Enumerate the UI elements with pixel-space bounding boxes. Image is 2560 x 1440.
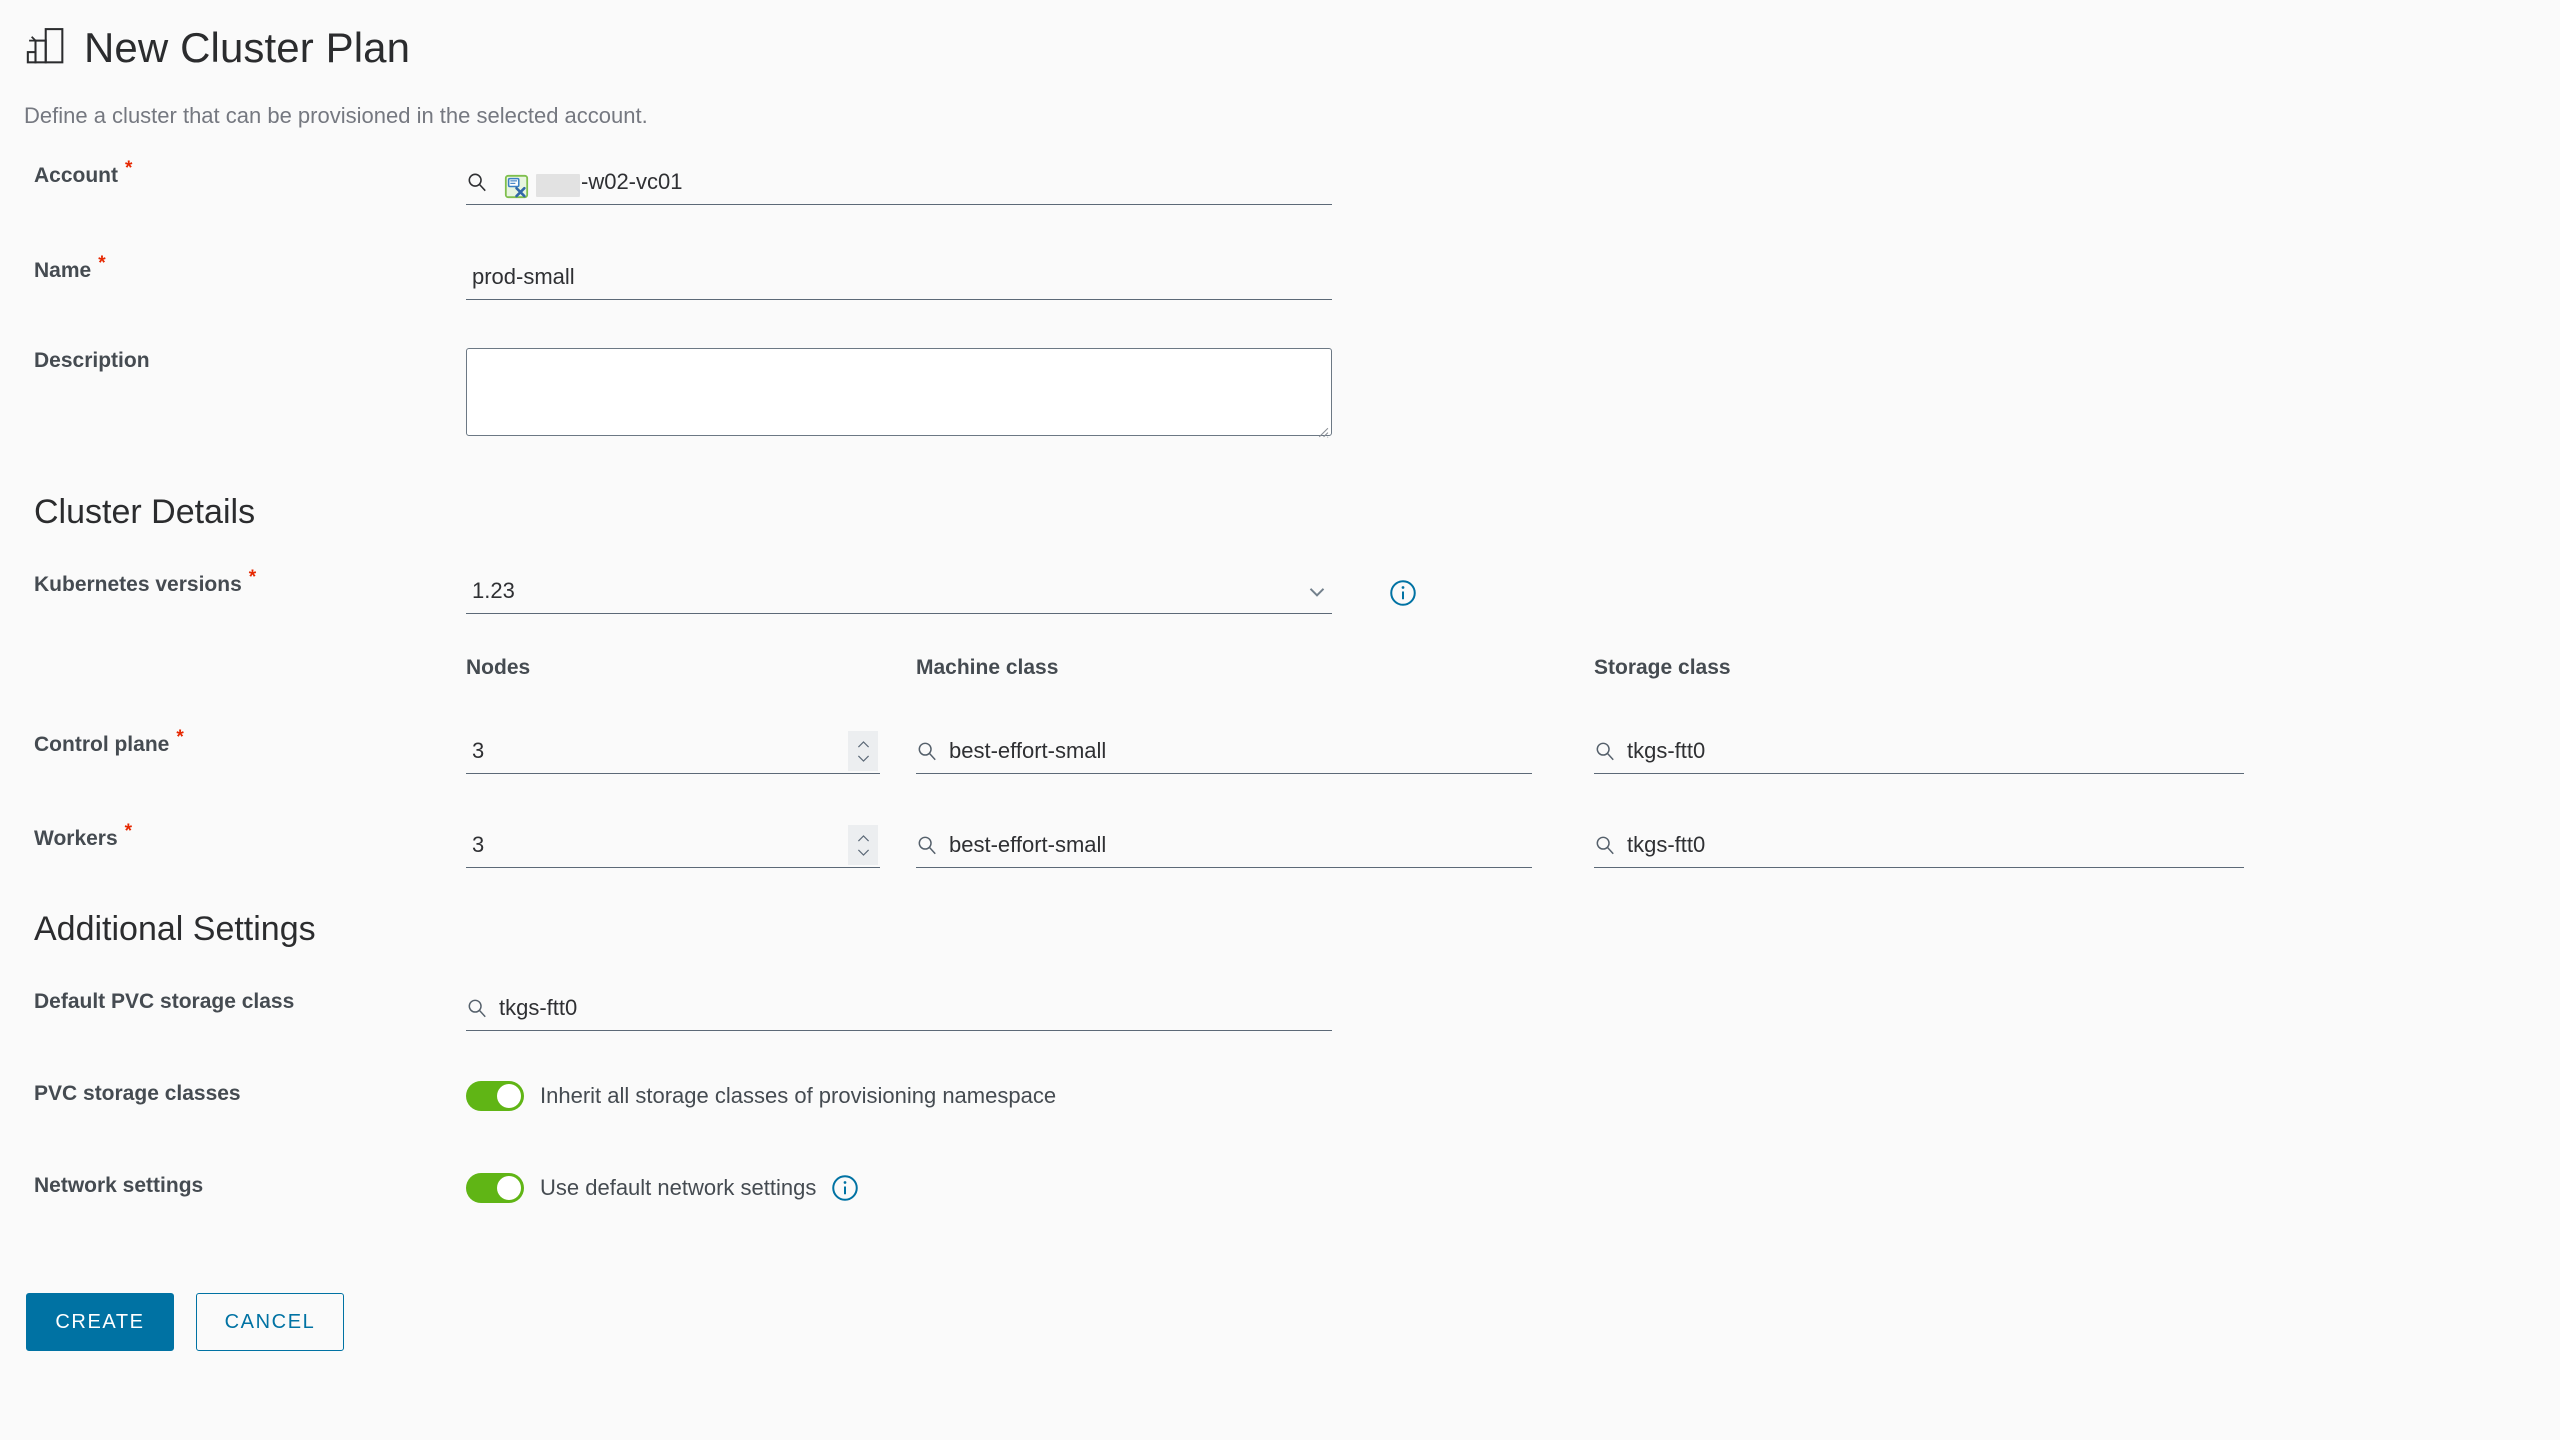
workers-row: Workers * 3 best-effort-small tkgs-ftt0	[0, 821, 2560, 874]
search-icon	[1594, 740, 1616, 762]
account-input[interactable]: -w02-vc01	[466, 163, 1332, 205]
column-header-storage-class: Storage class	[1594, 656, 1731, 679]
control-plane-row: Control plane * 3 best-effort-small tkgs…	[0, 727, 2560, 780]
account-label: Account	[34, 164, 118, 187]
search-icon	[466, 997, 488, 1019]
workers-nodes-value: 3	[472, 831, 485, 857]
search-icon	[1594, 834, 1616, 856]
network-settings-field: Use default network settings	[466, 1173, 860, 1203]
new-cluster-plan-page: New Cluster Plan Define a cluster that c…	[0, 0, 2560, 1440]
default-pvc-storage-class-value: tkgs-ftt0	[499, 994, 578, 1020]
page-header: New Cluster Plan	[0, 0, 2560, 72]
network-settings-row: Network settings Use default network set…	[0, 1173, 2560, 1221]
default-pvc-storage-class-field: tkgs-ftt0	[466, 989, 1332, 1031]
toggle-knob	[497, 1176, 521, 1200]
network-settings-toggle-label: Use default network settings	[540, 1175, 817, 1200]
control-plane-nodes-stepper[interactable]: 3	[466, 731, 880, 774]
network-settings-info-icon[interactable]	[830, 1173, 860, 1203]
pvc-storage-classes-row: PVC storage classes Inherit all storage …	[0, 1081, 2560, 1129]
control-plane-required-marker: *	[176, 727, 184, 748]
kubernetes-versions-select[interactable]: 1.23	[466, 572, 1332, 614]
stepper-down-icon	[857, 849, 869, 856]
workers-machine-class-input[interactable]: best-effort-small	[916, 826, 1532, 868]
description-label: Description	[34, 349, 150, 372]
account-value: -w02-vc01	[581, 168, 683, 194]
pvc-storage-classes-field: Inherit all storage classes of provision…	[466, 1081, 1056, 1111]
node-table-header-row: Nodes Machine class Storage class	[0, 656, 2560, 704]
create-button[interactable]: CREATE	[26, 1293, 174, 1351]
column-header-machine-class: Machine class	[916, 656, 1059, 679]
control-plane-stepper-buttons[interactable]	[848, 731, 878, 771]
workers-required-marker: *	[124, 821, 133, 842]
control-plane-storage-class-input[interactable]: tkgs-ftt0	[1594, 732, 2244, 774]
workers-nodes-stepper[interactable]: 3	[466, 825, 880, 868]
vcenter-icon	[503, 173, 530, 200]
default-pvc-storage-class-input[interactable]: tkgs-ftt0	[466, 989, 1332, 1031]
workers-storage-class-value: tkgs-ftt0	[1627, 831, 1706, 857]
kubernetes-versions-field: 1.23	[466, 572, 1418, 614]
network-settings-label: Network settings	[34, 1174, 204, 1197]
stepper-up-icon	[857, 740, 869, 747]
pvc-storage-classes-label-cell: PVC storage classes	[0, 1081, 466, 1107]
description-row: Description	[0, 348, 2560, 441]
workers-label: Workers	[34, 827, 118, 850]
kubernetes-versions-value: 1.23	[472, 577, 515, 603]
network-settings-label-cell: Network settings	[0, 1173, 466, 1199]
pvc-storage-classes-label: PVC storage classes	[34, 1082, 241, 1105]
workers-stepper-buttons[interactable]	[848, 825, 878, 865]
column-header-nodes: Nodes	[466, 656, 531, 679]
cluster-details-heading: Cluster Details	[34, 493, 256, 531]
stepper-up-icon	[857, 834, 869, 841]
account-field: -w02-vc01	[466, 163, 1332, 205]
workers-storage-class-input[interactable]: tkgs-ftt0	[1594, 826, 2244, 868]
control-plane-nodes-value: 3	[472, 737, 485, 763]
page-subtitle: Define a cluster that can be provisioned…	[24, 103, 648, 128]
kubernetes-versions-row: Kubernetes versions * 1.23	[0, 567, 2560, 620]
name-label-cell: Name *	[0, 253, 466, 284]
account-required-marker: *	[125, 158, 133, 179]
search-icon	[916, 740, 938, 762]
default-pvc-storage-class-row: Default PVC storage class tkgs-ftt0	[0, 989, 2560, 1037]
redacted-account-prefix	[536, 174, 580, 197]
account-row: Account * -w02-vc01	[0, 158, 2560, 211]
name-row: Name * prod-small	[0, 253, 2560, 306]
kubernetes-versions-info-icon[interactable]	[1388, 578, 1418, 608]
workers-machine-class-value: best-effort-small	[949, 831, 1107, 857]
cluster-plan-icon	[24, 24, 70, 70]
pvc-storage-classes-toggle-label: Inherit all storage classes of provision…	[540, 1083, 1057, 1108]
control-plane-storage-class-value: tkgs-ftt0	[1627, 737, 1706, 763]
workers-label-cell: Workers *	[0, 821, 466, 852]
pvc-storage-classes-toggle[interactable]	[466, 1081, 524, 1111]
default-pvc-storage-class-label-cell: Default PVC storage class	[0, 989, 466, 1015]
kubernetes-versions-label: Kubernetes versions	[34, 573, 242, 596]
description-field	[466, 348, 1332, 441]
toggle-knob	[497, 1084, 521, 1108]
cancel-button[interactable]: CANCEL	[196, 1293, 344, 1351]
default-pvc-storage-class-label: Default PVC storage class	[34, 990, 295, 1013]
control-plane-machine-class-value: best-effort-small	[949, 737, 1107, 763]
kubernetes-versions-required-marker: *	[248, 567, 257, 588]
description-textarea[interactable]	[466, 348, 1332, 436]
name-required-marker: *	[98, 253, 106, 274]
search-icon	[466, 171, 488, 193]
control-plane-label-cell: Control plane *	[0, 727, 466, 758]
kubernetes-versions-label-cell: Kubernetes versions *	[0, 567, 466, 598]
name-field: prod-small	[466, 258, 1332, 300]
stepper-down-icon	[857, 755, 869, 762]
additional-settings-heading: Additional Settings	[34, 910, 316, 948]
network-settings-toggle[interactable]	[466, 1173, 524, 1203]
name-input[interactable]: prod-small	[466, 258, 1332, 300]
control-plane-machine-class-input[interactable]: best-effort-small	[916, 732, 1532, 774]
account-label-cell: Account *	[0, 158, 466, 189]
control-plane-label: Control plane	[34, 733, 170, 756]
cluster-plan-form: Account * -w02-vc01 Name * prod-small De…	[0, 158, 2560, 1351]
name-label: Name	[34, 259, 92, 282]
name-value: prod-small	[472, 263, 575, 289]
chevron-down-icon	[1304, 578, 1330, 604]
form-action-bar: CREATE CANCEL	[0, 1293, 2560, 1351]
search-icon	[916, 834, 938, 856]
description-label-cell: Description	[0, 348, 466, 374]
page-title: New Cluster Plan	[84, 24, 411, 71]
